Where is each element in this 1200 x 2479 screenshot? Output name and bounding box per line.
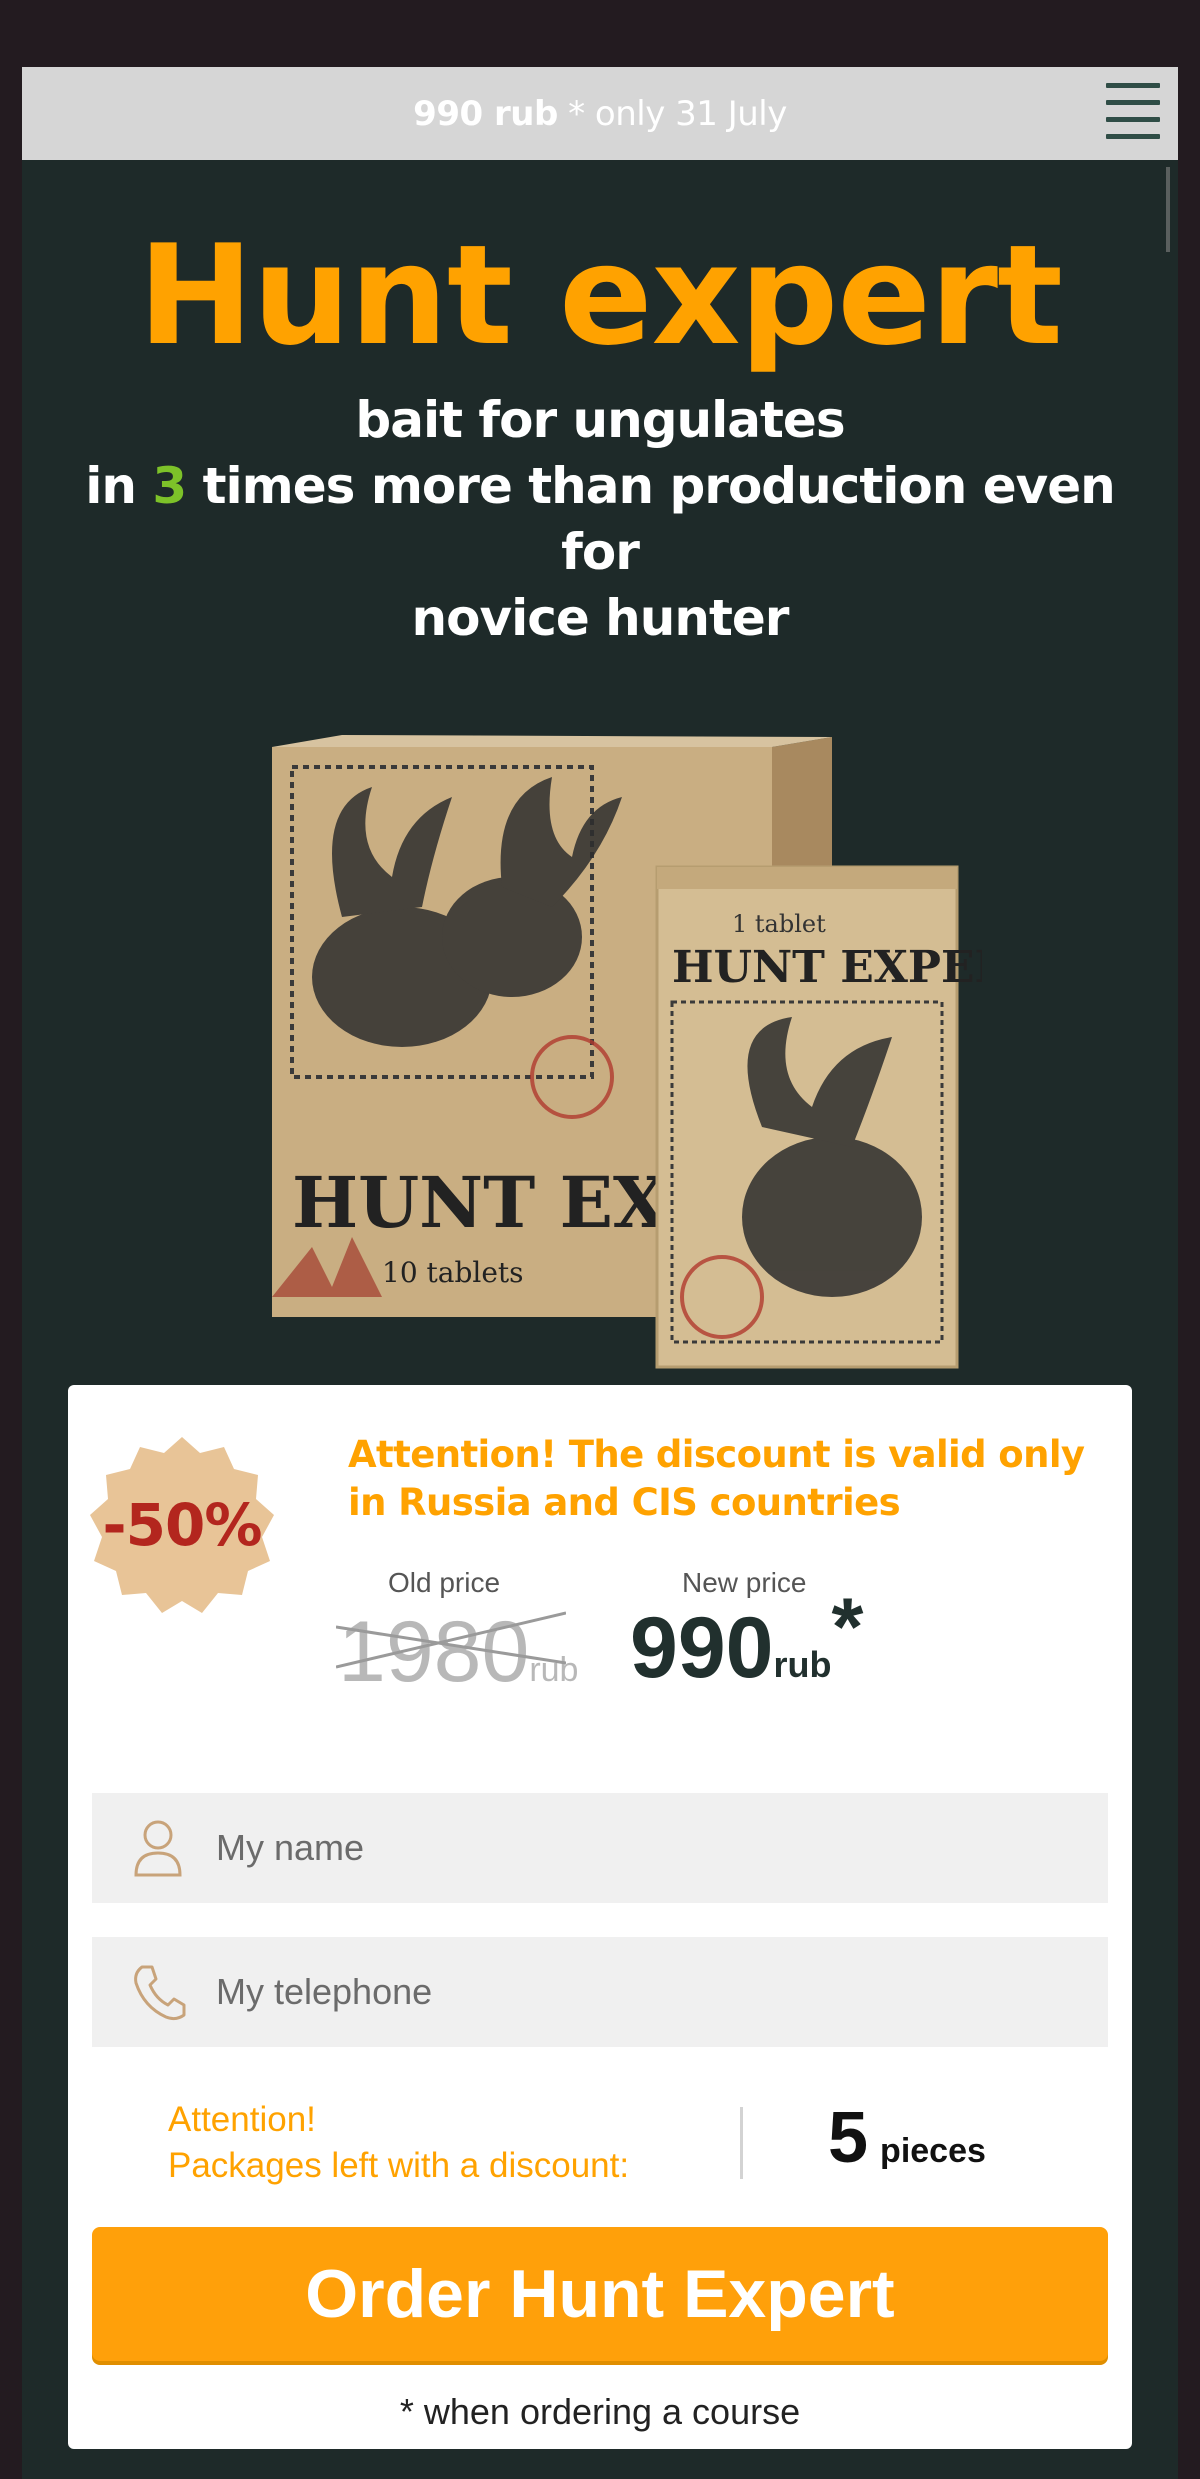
old-price-label: Old price bbox=[388, 1567, 501, 1598]
new-price-value: 990 bbox=[630, 1600, 774, 1696]
sachet-brand-text: HUNT EXPERT bbox=[672, 942, 982, 993]
promo-price: 990 rub bbox=[413, 93, 558, 134]
order-card: -50% Attention! The discount is valid on… bbox=[68, 1385, 1132, 2449]
name-field[interactable] bbox=[92, 1793, 1108, 1903]
new-price: 990rub* bbox=[630, 1582, 863, 1698]
promo-text: 990 rub * only 31 July bbox=[413, 94, 787, 134]
page: 990 rub * only 31 July Hunt expert bait … bbox=[22, 67, 1178, 2479]
stock-line1: Attention! bbox=[168, 2100, 316, 2139]
stock-count-unit: pieces bbox=[880, 2132, 986, 2170]
phone-input[interactable] bbox=[216, 1971, 1108, 2013]
order-button[interactable]: Order Hunt Expert bbox=[92, 2227, 1108, 2361]
new-price-currency: rub bbox=[773, 1644, 832, 1685]
multiplier-number: 3 bbox=[152, 457, 187, 515]
subtitle-line1: bait for ungulates bbox=[355, 391, 845, 449]
sachet-count-text: 1 tablet bbox=[732, 910, 826, 938]
phone-field[interactable] bbox=[92, 1937, 1108, 2047]
hero-subtitle: bait for ungulates in 3 times more than … bbox=[42, 387, 1158, 651]
stock-divider bbox=[740, 2107, 743, 2179]
footnote: * when ordering a course bbox=[399, 2391, 801, 2432]
phone-icon bbox=[134, 1965, 186, 2021]
hero-title: Hunt expert bbox=[137, 215, 1063, 376]
subtitle-line2: in 3 times more than production even for bbox=[85, 457, 1115, 581]
name-input[interactable] bbox=[216, 1827, 1108, 1869]
product-image: HUNT EXPERT 10 tablets 1 tablet HUNT EXP… bbox=[272, 735, 982, 1369]
box-count-text: 10 tablets bbox=[382, 1256, 524, 1289]
stock-count: 5 pieces bbox=[828, 2097, 986, 2179]
subtitle-line3: novice hunter bbox=[411, 589, 790, 647]
discount-badge: -50% bbox=[102, 1491, 263, 1559]
new-price-label: New price bbox=[682, 1567, 807, 1598]
promo-suffix: * only 31 July bbox=[557, 93, 787, 134]
new-price-star: * bbox=[831, 1582, 864, 1673]
strikethrough-icon bbox=[336, 1611, 566, 1669]
promo-topbar: 990 rub * only 31 July bbox=[22, 67, 1178, 160]
hamburger-icon[interactable] bbox=[1106, 83, 1160, 139]
discount-attention: Attention! The discount is valid only in… bbox=[348, 1433, 1085, 1524]
stock-line2: Packages left with a discount: bbox=[168, 2146, 630, 2185]
stock-count-value: 5 bbox=[828, 2098, 869, 2178]
stock-attention: Attention! Packages left with a discount… bbox=[168, 2097, 629, 2189]
user-icon bbox=[134, 1820, 182, 1877]
